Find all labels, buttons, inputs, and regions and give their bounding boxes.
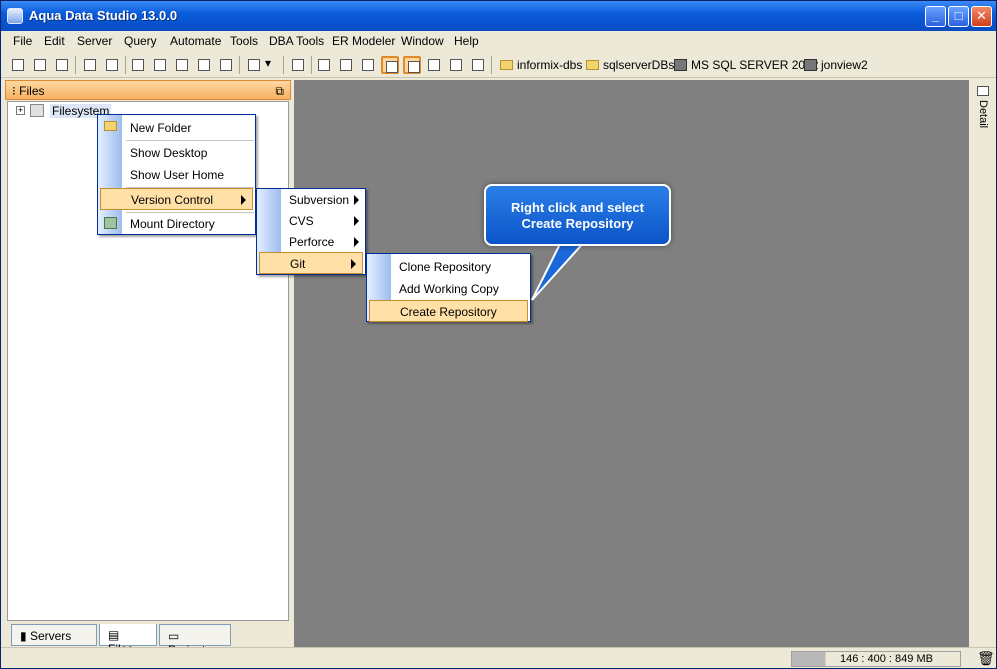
tab-files[interactable]: ▤ Files bbox=[99, 624, 157, 656]
toolbar-button-active[interactable] bbox=[381, 56, 399, 74]
mount-directory-icon bbox=[104, 217, 117, 229]
tab-servers[interactable]: ▮ Servers bbox=[11, 624, 97, 646]
submenu-arrow-icon bbox=[354, 195, 359, 205]
toolbar-button[interactable] bbox=[217, 56, 235, 74]
menu-item-git[interactable]: Git bbox=[259, 252, 363, 274]
bookmark-informix-dbs[interactable]: informix-dbs bbox=[500, 58, 582, 72]
menu-file[interactable]: File bbox=[13, 34, 32, 48]
menu-query[interactable]: Query bbox=[124, 34, 157, 48]
filesystem-icon bbox=[30, 104, 44, 117]
toolbar-button[interactable] bbox=[31, 56, 49, 74]
new-folder-icon bbox=[104, 121, 117, 131]
menu-tools[interactable]: Tools bbox=[230, 34, 258, 48]
app-icon bbox=[7, 8, 23, 24]
menu-window[interactable]: Window bbox=[401, 34, 444, 48]
app-window: Aqua Data Studio 13.0.0 _ □ ✕ File Edit … bbox=[0, 0, 997, 669]
context-menu: New Folder Show Desktop Show User Home V… bbox=[97, 114, 256, 235]
menu-item-version-control[interactable]: Version Control bbox=[100, 188, 253, 210]
callout-pointer bbox=[531, 239, 588, 301]
toolbar-button-active[interactable] bbox=[403, 56, 421, 74]
version-control-submenu: Subversion CVS Perforce Git bbox=[256, 188, 366, 275]
title-bar: Aqua Data Studio 13.0.0 _ □ ✕ bbox=[1, 1, 996, 31]
toolbar: ▾ informix-dbs sqlserverDBs MS SQL SERVE… bbox=[1, 52, 996, 78]
folder-icon bbox=[500, 60, 513, 70]
tab-projects[interactable]: ▭ Projects bbox=[159, 624, 231, 657]
database-icon bbox=[674, 59, 687, 71]
toolbar-button[interactable] bbox=[425, 56, 443, 74]
menu-item-mount-directory[interactable]: Mount Directory bbox=[98, 213, 255, 235]
files-panel-header: ⁝ Files ⧉ bbox=[5, 80, 291, 100]
status-bar: 146 : 400 : 849 MB 🗑 bbox=[1, 647, 996, 668]
submenu-arrow-icon bbox=[351, 259, 356, 269]
menu-item-cvs[interactable]: CVS bbox=[257, 210, 365, 232]
server-icon: ▮ bbox=[20, 629, 27, 643]
menu-bar: File Edit Server Query Automate Tools DB… bbox=[1, 31, 996, 51]
menu-item-show-user-home[interactable]: Show User Home bbox=[98, 164, 255, 186]
toolbar-button[interactable] bbox=[9, 56, 27, 74]
bottom-tabs: ▮ Servers ▤ Files ▭ Projects bbox=[5, 624, 291, 657]
menu-automate[interactable]: Automate bbox=[170, 34, 221, 48]
detail-tab[interactable]: Detail bbox=[977, 100, 989, 128]
toolbar-button[interactable] bbox=[129, 56, 147, 74]
bookmark-sqlserverdbs[interactable]: sqlserverDBs bbox=[586, 58, 674, 72]
detail-icon bbox=[977, 86, 989, 96]
toolbar-button[interactable] bbox=[337, 56, 355, 74]
close-button[interactable]: ✕ bbox=[971, 6, 992, 27]
callout-line2: Create Repository bbox=[521, 216, 634, 231]
callout-bubble: Right click and select Create Repository bbox=[484, 184, 671, 246]
toolbar-button[interactable] bbox=[195, 56, 213, 74]
restore-icon[interactable]: ⧉ bbox=[275, 84, 284, 99]
expand-icon[interactable]: + bbox=[16, 106, 25, 115]
toolbar-button[interactable] bbox=[53, 56, 71, 74]
git-submenu: Clone Repository Add Working Copy Create… bbox=[366, 253, 531, 322]
menu-item-new-folder[interactable]: New Folder bbox=[98, 117, 255, 139]
callout-line1: Right click and select bbox=[511, 200, 644, 215]
menu-item-show-desktop[interactable]: Show Desktop bbox=[98, 142, 255, 164]
toolbar-button[interactable] bbox=[103, 56, 121, 74]
toolbar-button[interactable] bbox=[173, 56, 191, 74]
toolbar-button[interactable] bbox=[151, 56, 169, 74]
bookmark-ms-sql-server[interactable]: MS SQL SERVER 2012 bbox=[674, 58, 818, 72]
menu-er-modeler[interactable]: ER Modeler bbox=[332, 34, 395, 48]
submenu-arrow-icon bbox=[354, 216, 359, 226]
menu-server[interactable]: Server bbox=[77, 34, 112, 48]
menu-edit[interactable]: Edit bbox=[44, 34, 65, 48]
menu-help[interactable]: Help bbox=[454, 34, 479, 48]
files-icon: ▤ bbox=[108, 628, 120, 642]
menu-item-create-repository[interactable]: Create Repository bbox=[369, 300, 528, 322]
minimize-button[interactable]: _ bbox=[925, 6, 946, 27]
memory-indicator: 146 : 400 : 849 MB bbox=[791, 651, 961, 667]
menu-dba-tools[interactable]: DBA Tools bbox=[269, 34, 324, 48]
dropdown-arrow-icon[interactable]: ▾ bbox=[265, 56, 283, 74]
maximize-button[interactable]: □ bbox=[948, 6, 969, 27]
folder-icon bbox=[586, 60, 599, 70]
submenu-arrow-icon bbox=[241, 195, 246, 205]
toolbar-button[interactable] bbox=[359, 56, 377, 74]
menu-item-subversion[interactable]: Subversion bbox=[257, 189, 365, 211]
toolbar-button[interactable] bbox=[469, 56, 487, 74]
window-title: Aqua Data Studio 13.0.0 bbox=[29, 8, 178, 23]
database-icon bbox=[804, 59, 817, 71]
toolbar-button[interactable] bbox=[289, 56, 307, 74]
toolbar-button[interactable] bbox=[81, 56, 99, 74]
submenu-arrow-icon bbox=[354, 237, 359, 247]
projects-icon: ▭ bbox=[168, 629, 180, 643]
toolbar-button[interactable] bbox=[447, 56, 465, 74]
bookmark-jonview2[interactable]: jonview2 bbox=[804, 58, 868, 72]
menu-item-add-working-copy[interactable]: Add Working Copy bbox=[367, 278, 530, 300]
work-area bbox=[294, 80, 969, 647]
toolbar-button[interactable] bbox=[245, 56, 263, 74]
menu-item-clone-repository[interactable]: Clone Repository bbox=[367, 256, 530, 278]
grid-view-icon[interactable] bbox=[315, 56, 333, 74]
files-panel-title: ⁝ Files bbox=[12, 84, 45, 98]
trash-icon[interactable]: 🗑 bbox=[977, 650, 995, 667]
right-sidebar: Detail bbox=[969, 80, 996, 647]
menu-item-perforce[interactable]: Perforce bbox=[257, 231, 365, 253]
